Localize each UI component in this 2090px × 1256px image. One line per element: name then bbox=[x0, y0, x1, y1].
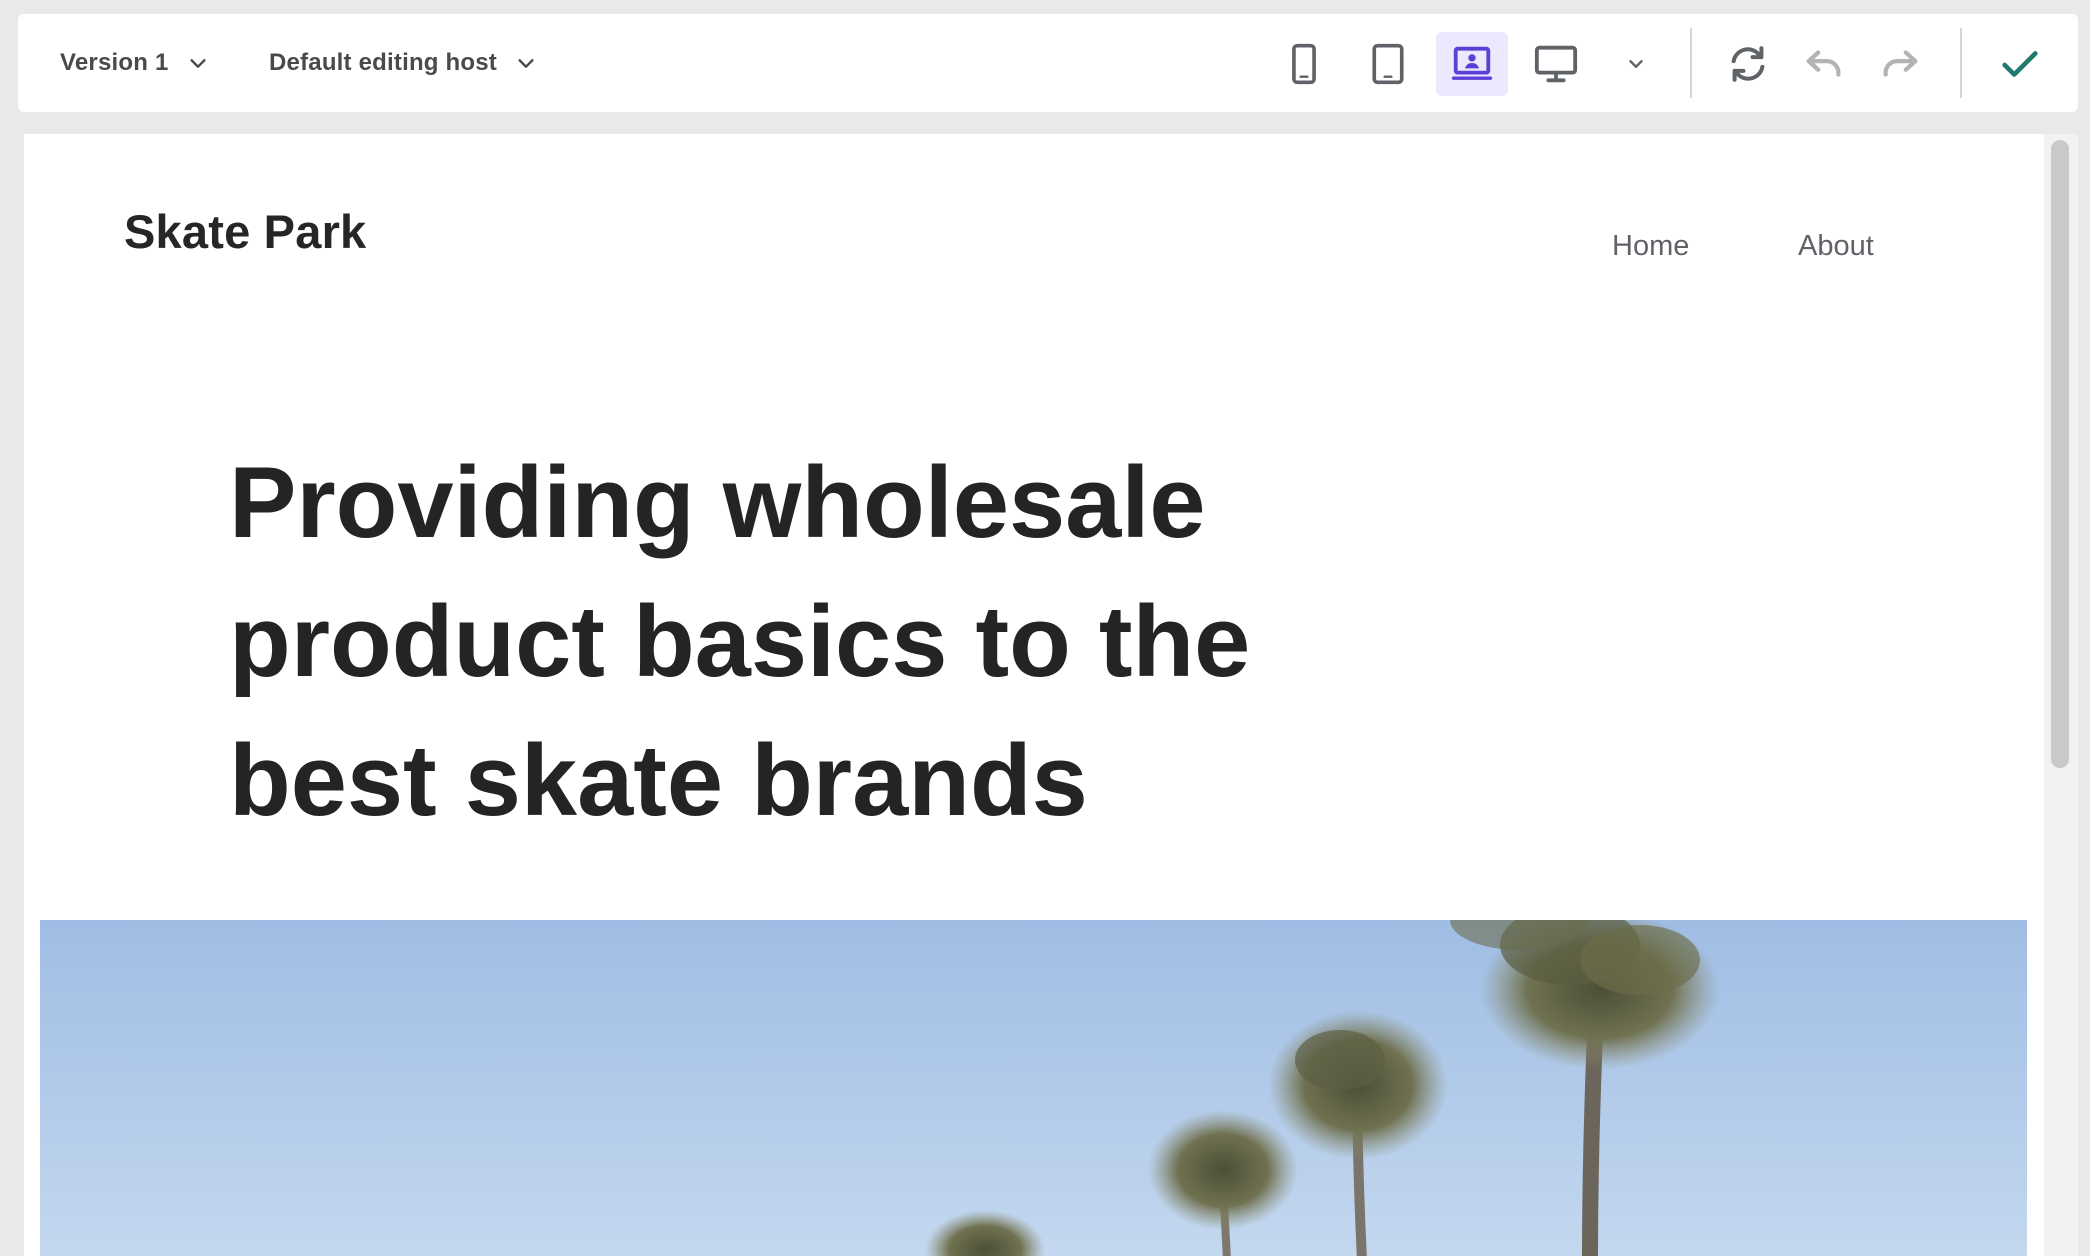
editing-host-dropdown[interactable]: Default editing host bbox=[269, 14, 537, 112]
nav-link-about[interactable]: About bbox=[1798, 230, 1874, 263]
tablet-icon bbox=[1372, 43, 1404, 85]
device-phone-button[interactable] bbox=[1268, 32, 1340, 96]
version-label: Version 1 bbox=[60, 49, 169, 76]
redo-button[interactable] bbox=[1864, 32, 1936, 96]
device-more-dropdown[interactable] bbox=[1604, 32, 1668, 96]
hero-heading[interactable]: Providing wholesale product basics to th… bbox=[229, 434, 1329, 851]
undo-button[interactable] bbox=[1788, 32, 1860, 96]
device-tablet-button[interactable] bbox=[1352, 32, 1424, 96]
refresh-button[interactable] bbox=[1712, 32, 1784, 96]
chevron-down-icon bbox=[1629, 60, 1643, 68]
page-preview-canvas: Skate Park Home About Providing wholesal… bbox=[24, 134, 2044, 1256]
checkmark-icon bbox=[2002, 51, 2038, 77]
redo-icon bbox=[1883, 50, 1918, 77]
scrollbar-thumb[interactable] bbox=[2051, 140, 2069, 768]
nav-link-home[interactable]: Home bbox=[1612, 230, 1689, 263]
confirm-button[interactable] bbox=[1984, 32, 2056, 96]
site-logo[interactable]: Skate Park bbox=[124, 204, 366, 259]
chevron-down-icon bbox=[518, 59, 534, 68]
hero-image[interactable] bbox=[40, 920, 2027, 1256]
editor-toolbar: Version 1 Default editing host bbox=[18, 14, 2078, 112]
palm-trees-photo bbox=[40, 920, 2027, 1256]
editing-host-label: Default editing host bbox=[269, 49, 497, 76]
laptop-icon bbox=[1451, 46, 1493, 80]
undo-icon bbox=[1806, 50, 1841, 77]
phone-icon bbox=[1292, 43, 1316, 85]
desktop-icon bbox=[1534, 45, 1578, 83]
preview-scrollbar[interactable] bbox=[2044, 134, 2078, 1256]
toolbar-divider bbox=[1960, 28, 1962, 98]
device-desktop-button[interactable] bbox=[1520, 32, 1592, 96]
toolbar-divider bbox=[1690, 28, 1692, 98]
device-laptop-button[interactable] bbox=[1436, 32, 1508, 96]
version-dropdown[interactable]: Version 1 bbox=[60, 14, 209, 112]
sync-icon bbox=[1731, 46, 1765, 82]
chevron-down-icon bbox=[189, 59, 206, 68]
